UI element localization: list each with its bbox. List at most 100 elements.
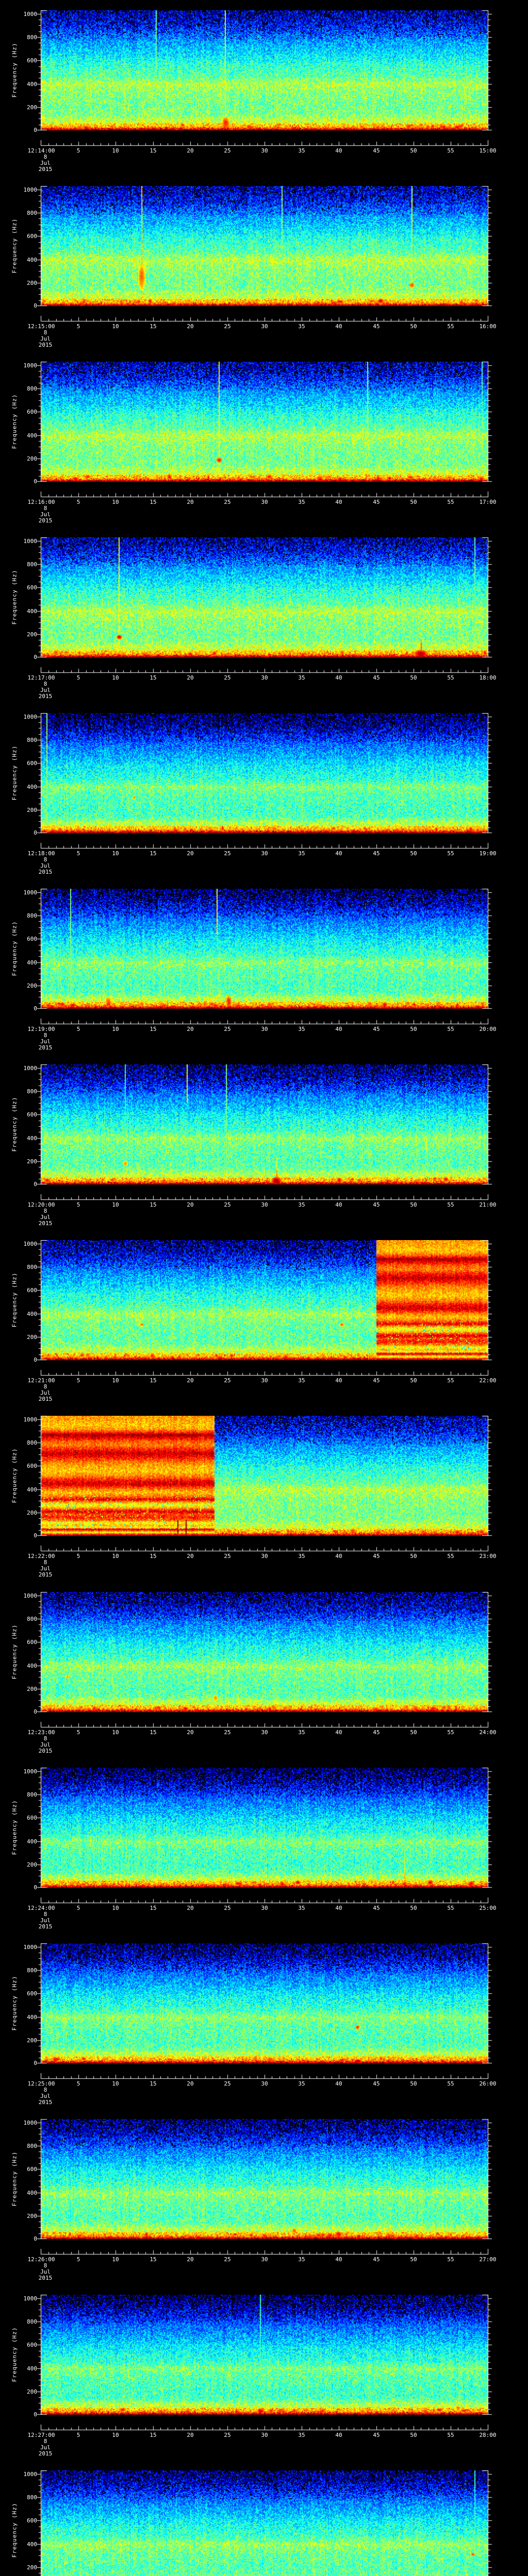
y-tick-label: 200: [27, 2564, 37, 2571]
x-tick-label: 5: [76, 2256, 80, 2263]
x-tick-label: 45: [373, 2080, 380, 2087]
x-end-time-label: 18:00: [479, 674, 497, 681]
y-tick-label: 200: [27, 2037, 37, 2044]
y-tick-label: 400: [27, 1311, 37, 1317]
y-tick-label: 800: [27, 1264, 37, 1270]
x-tick-label: 15: [150, 850, 157, 857]
x-end-time-label: 20:00: [479, 1026, 497, 1032]
x-tick-label: 45: [373, 850, 380, 857]
date-line: 2015: [38, 693, 53, 700]
x-tick-label: 20: [187, 1201, 194, 1208]
date-line: Jul: [40, 1741, 51, 1748]
x-tick-label: 40: [335, 1729, 342, 1736]
x-tick-label: 5: [76, 147, 80, 154]
x-tick-label: 20: [187, 1553, 194, 1560]
spectrogram-panel-12:21:00: 0 200 400 600 800 1000 Frequency (Hz) 12:21:00 5…: [0, 1240, 528, 1416]
x-tick-label: 10: [112, 1026, 119, 1032]
x-end-time-label: 24:00: [479, 1729, 497, 1736]
x-tick-label: 30: [261, 2432, 268, 2438]
y-axis-title: Frequency (Hz): [11, 218, 18, 274]
y-tick-label: 600: [27, 57, 37, 64]
date-line: 2015: [38, 2099, 53, 2106]
spectrogram-panel-12:23:00: 0 200 400 600 800 1000 Frequency (Hz) 12:23:00 5…: [0, 1592, 528, 1768]
x-tick-label: 25: [224, 1201, 231, 1208]
spectrogram-canvas: [0, 1592, 528, 1768]
date-line: Jul: [40, 335, 51, 342]
y-tick-label: 0: [34, 1532, 37, 1539]
x-tick-label: 25: [224, 499, 231, 505]
x-tick-label: 5: [76, 1201, 80, 1208]
y-tick-label: 800: [27, 385, 37, 392]
y-tick-label: 800: [27, 737, 37, 743]
x-tick-label: 20: [187, 2432, 194, 2438]
y-tick-label: 400: [27, 1135, 37, 1142]
date-line: Jul: [40, 2444, 51, 2451]
x-start-time-label: 12:20:00: [27, 1201, 55, 1208]
date-line: Jul: [40, 1038, 51, 1045]
y-tick-label: 0: [34, 2235, 37, 2242]
x-start-time-label: 12:25:00: [27, 2080, 55, 2087]
x-tick-label: 25: [224, 2080, 231, 2087]
x-tick-label: 50: [410, 323, 417, 330]
date-line: Jul: [40, 1389, 51, 1396]
y-axis-title: Frequency (Hz): [11, 921, 18, 976]
x-tick-label: 10: [112, 1553, 119, 1560]
y-tick-label: 1000: [23, 2120, 38, 2126]
x-tick-label: 35: [298, 499, 305, 505]
y-tick-label: 200: [27, 631, 37, 638]
x-tick-label: 40: [335, 1377, 342, 1384]
date-line: Jul: [40, 2268, 51, 2275]
x-tick-label: 30: [261, 2080, 268, 2087]
date-line: Jul: [40, 687, 51, 693]
x-end-time-label: 23:00: [479, 1553, 497, 1560]
x-tick-label: 55: [447, 674, 454, 681]
x-tick-label: 10: [112, 2080, 119, 2087]
spectrogram-stack: 0 200 400 600 800 1000 Frequency (Hz) 12:14:00 5…: [0, 0, 528, 2576]
y-tick-label: 1000: [23, 1241, 38, 1247]
date-line: 8: [43, 154, 47, 160]
x-tick-label: 5: [76, 2080, 80, 2087]
y-tick-label: 0: [34, 1357, 37, 1363]
y-tick-label: 1000: [23, 2471, 38, 2478]
x-end-time-label: 16:00: [479, 323, 497, 330]
x-tick-label: 20: [187, 323, 194, 330]
spectrogram-panel-12:22:00: 0 200 400 600 800 1000 Frequency (Hz) 12:22:00 5…: [0, 1416, 528, 1592]
x-tick-label: 45: [373, 2256, 380, 2263]
spectrogram-canvas: [0, 10, 528, 187]
date-line: 8: [43, 1208, 47, 1214]
y-tick-label: 1000: [23, 1768, 38, 1775]
y-tick-label: 0: [34, 1884, 37, 1891]
x-tick-label: 5: [76, 674, 80, 681]
date-line: 2015: [38, 166, 53, 173]
y-axis-title: Frequency (Hz): [11, 1096, 18, 1152]
x-start-time-label: 12:18:00: [27, 850, 55, 857]
date-line: Jul: [40, 1565, 51, 1572]
x-tick-label: 15: [150, 2256, 157, 2263]
spectrogram-canvas: [0, 713, 528, 889]
y-tick-label: 400: [27, 1486, 37, 1493]
x-start-time-label: 12:27:00: [27, 2432, 55, 2438]
x-tick-label: 55: [447, 147, 454, 154]
x-tick-label: 45: [373, 1201, 380, 1208]
x-tick-label: 40: [335, 674, 342, 681]
x-start-time-label: 12:24:00: [27, 1905, 55, 1911]
x-tick-label: 20: [187, 850, 194, 857]
x-tick-label: 45: [373, 2432, 380, 2438]
y-tick-label: 400: [27, 2541, 37, 2548]
x-end-time-label: 15:00: [479, 147, 497, 154]
y-axis-title: Frequency (Hz): [11, 2151, 18, 2207]
spectrogram-canvas: [0, 2470, 528, 2576]
date-line: Jul: [40, 160, 51, 166]
x-tick-label: 55: [447, 1553, 454, 1560]
y-tick-label: 600: [27, 584, 37, 591]
x-tick-label: 15: [150, 1201, 157, 1208]
x-tick-label: 5: [76, 1905, 80, 1911]
x-tick-label: 15: [150, 1026, 157, 1032]
x-tick-label: 30: [261, 499, 268, 505]
x-tick-label: 50: [410, 2080, 417, 2087]
x-start-time-label: 12:26:00: [27, 2256, 55, 2263]
y-tick-label: 600: [27, 2166, 37, 2173]
y-tick-label: 400: [27, 81, 37, 88]
x-tick-label: 35: [298, 2432, 305, 2438]
x-end-time-label: 27:00: [479, 2256, 497, 2263]
